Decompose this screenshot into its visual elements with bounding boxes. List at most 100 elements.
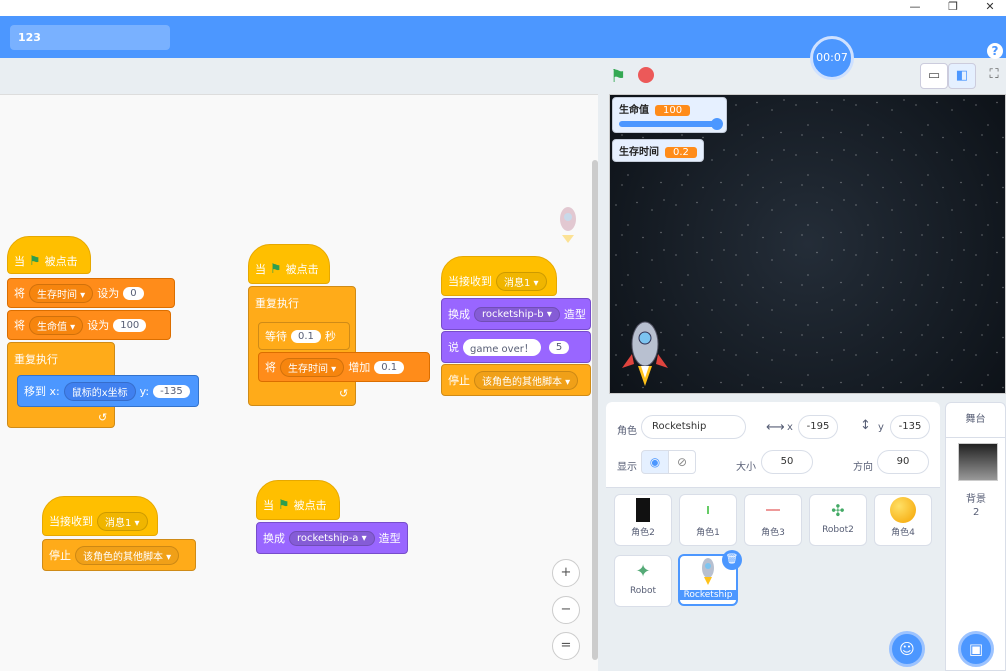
minimize-icon[interactable]: — [905,1,925,13]
green-flag-icon: ⚑ [29,253,41,269]
switch-costume-block[interactable]: 换成 rocketship-a ▾ 造型 [256,522,408,554]
y-label: y [878,422,884,433]
block-text: 增加 [348,361,371,374]
block-text: 重复执行 [14,353,58,366]
sprite-tile[interactable]: 角色4 [874,494,932,546]
zoom-in-button[interactable]: + [552,559,580,587]
show-eye-icon[interactable]: ◉ [641,450,669,474]
block-text: 等待 [265,330,287,343]
when-receive-block[interactable]: 当接收到 消息1 ▾ [441,256,557,296]
y-arrows-icon: ↕ [860,418,871,433]
sprite-tile[interactable]: ✣ Robot2 [809,494,867,546]
sprite-name-input[interactable]: Rocketship [641,415,746,439]
sprite-tile[interactable]: 角色1 [679,494,737,546]
sprite-watermark-icon [560,207,576,243]
switch-costume-block[interactable]: 换成 rocketship-b ▾ 造型 [441,298,591,330]
sprite-tile-label: Robot2 [822,525,854,535]
value-input[interactable]: 0.1 [291,329,321,343]
y-input[interactable]: -135 [890,415,930,439]
say-for-secs-block[interactable]: 说 game over！ 5 [441,331,591,363]
hide-eye-icon[interactable]: ⊘ [668,450,696,474]
stop-icon[interactable] [638,67,654,83]
block-text: 停止 [448,374,470,387]
variable-dropdown[interactable]: 生存时间 ▾ [29,283,94,303]
when-receive-block[interactable]: 当接收到 消息1 ▾ [42,496,158,536]
when-flag-clicked-block[interactable]: 当 ⚑ 被点击 [248,244,330,284]
variable-monitor-time[interactable]: 生存时间 0.2 [612,139,704,162]
sprite-tile[interactable]: ✦ Robot [614,555,672,607]
fullscreen-button[interactable]: ⛶ [980,63,1006,89]
block-text: 将 [14,287,25,300]
message-dropdown[interactable]: 消息1 ▾ [496,271,547,291]
timer-badge: 00:07 [810,36,854,80]
backdrop-label: 背景 [966,494,986,505]
costume-dropdown[interactable]: rocketship-a ▾ [289,530,375,546]
block-text: 说 [448,341,459,354]
value-input[interactable]: 100 [113,318,147,332]
dropdown-value: 该角色的其他脚本 [83,551,163,563]
rocketship-icon [702,558,714,585]
x-arrows-icon: ⟷ [766,420,785,435]
sprite-tile-label: Rocketship [680,590,736,600]
hat-prefix: 当 [263,499,274,512]
monitor-label: 生命值 [619,105,649,116]
sprite-tile-label: 角色4 [891,528,915,538]
sprite-tile[interactable]: 角色2 [614,494,672,546]
block-text: 设为 [97,287,120,300]
value-input[interactable]: 0.1 [374,360,405,374]
variable-dropdown[interactable]: 生存时间 ▾ [280,357,345,377]
show-label: 显示 [617,462,637,473]
hat-text: 被点击 [285,263,319,276]
robot-icon: ✣ [831,500,845,520]
set-variable-block[interactable]: 将生存时间 ▾ 设为 0 [7,278,175,308]
mouse-x-reporter[interactable]: 鼠标的x坐标 [63,381,136,401]
add-backdrop-button[interactable]: ▣ [958,631,994,667]
close-icon[interactable]: ✕ [980,1,1000,13]
when-flag-clicked-block[interactable]: 当 ⚑ 被点击 [7,236,91,274]
green-flag-icon[interactable]: ⚑ [610,66,626,87]
variable-monitor-health[interactable]: 生命值 100 [612,97,727,133]
seconds-input[interactable]: 5 [548,340,570,354]
project-title-input[interactable]: 123 [10,25,170,50]
goto-xy-block[interactable]: 移到 x: 鼠标的x坐标 y: -135 [17,375,199,407]
zoom-reset-button[interactable]: = [552,632,580,660]
block-text: 换成 [263,532,285,545]
size-input[interactable]: 50 [761,450,813,474]
stop-block[interactable]: 停止 该角色的其他脚本 ▾ [42,539,196,571]
value-input[interactable]: 0 [123,286,144,300]
rocketship-sprite[interactable] [620,318,670,388]
sprite-tile-label: 角色3 [761,528,785,538]
costume-dropdown[interactable]: rocketship-b ▾ [474,306,560,322]
x-input[interactable]: -195 [798,415,838,439]
restore-icon[interactable]: ❐ [943,1,963,13]
wait-block[interactable]: 等待 0.1 秒 [258,322,350,350]
small-stage-button[interactable]: ▭ [920,63,948,89]
workspace-scrollbar[interactable] [592,160,598,660]
monitor-slider[interactable] [619,118,723,130]
dropdown-value: 生存时间 [288,363,328,375]
stop-block[interactable]: 停止 该角色的其他脚本 ▾ [441,364,591,396]
when-flag-clicked-block[interactable]: 当 ⚑ 被点击 [256,480,340,520]
sprite-tile[interactable]: 角色3 [744,494,802,546]
set-variable-block[interactable]: 将生命值 ▾ 设为 100 [7,310,171,340]
help-icon[interactable]: ? [987,43,1003,59]
stage-title: 舞台 [945,402,1006,438]
backdrop-count: 2 [973,507,980,518]
backdrop-thumbnail[interactable] [958,443,998,481]
delete-sprite-icon[interactable]: 🗑 [722,550,742,570]
change-variable-block[interactable]: 将生存时间 ▾ 增加 0.1 [258,352,430,382]
add-sprite-button[interactable]: ☺ [889,631,925,667]
stop-option-dropdown[interactable]: 该角色的其他脚本 ▾ [75,545,180,565]
message-dropdown[interactable]: 消息1 ▾ [97,511,148,531]
normal-stage-button[interactable]: ◧ [948,63,976,89]
message-input[interactable]: game over！ [463,338,541,356]
block-text: 换成 [448,308,470,321]
value-input[interactable]: -135 [153,384,190,398]
stop-option-dropdown[interactable]: 该角色的其他脚本 ▾ [474,370,579,390]
sprite-tile-label: 角色2 [631,528,655,538]
direction-input[interactable]: 90 [877,450,929,474]
zoom-out-button[interactable]: − [552,596,580,624]
monitor-value: 0.2 [665,147,697,158]
variable-dropdown[interactable]: 生命值 ▾ [29,315,84,335]
hat-prefix: 当 [255,263,266,276]
